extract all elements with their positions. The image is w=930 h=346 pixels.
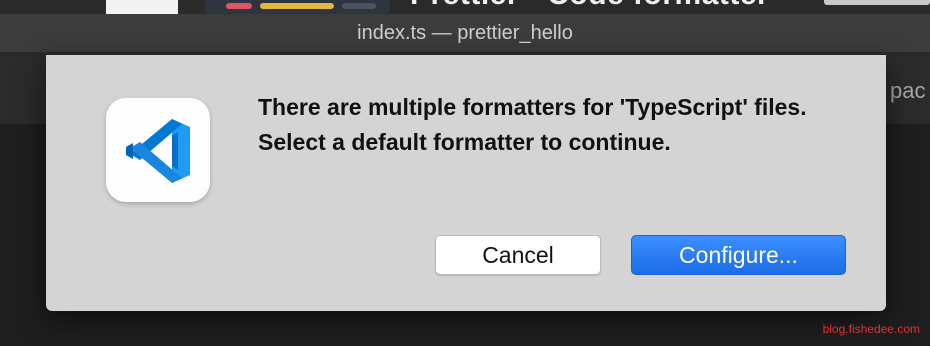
vscode-logo-icon xyxy=(126,119,190,183)
formatter-dialog: There are multiple formatters for 'TypeS… xyxy=(46,55,886,311)
window-title: index.ts — prettier_hello xyxy=(357,21,573,44)
watermark: blog.fishedee.com xyxy=(822,322,920,336)
background-tab-strip: Prettier - Code formatter xyxy=(0,0,930,14)
background-right-text: pac xyxy=(890,78,926,103)
background-heading: Prettier - Code formatter xyxy=(410,0,769,12)
red-pill xyxy=(226,3,252,9)
cancel-button[interactable]: Cancel xyxy=(435,235,601,275)
configure-button[interactable]: Configure... xyxy=(631,235,846,275)
gray-pill xyxy=(342,3,376,9)
yellow-pill xyxy=(260,3,334,9)
background-panel xyxy=(106,0,178,14)
vscode-icon xyxy=(106,98,210,202)
dialog-message: There are multiple formatters for 'TypeS… xyxy=(258,94,807,155)
background-input xyxy=(824,0,930,5)
window-titlebar: index.ts — prettier_hello xyxy=(0,14,930,52)
